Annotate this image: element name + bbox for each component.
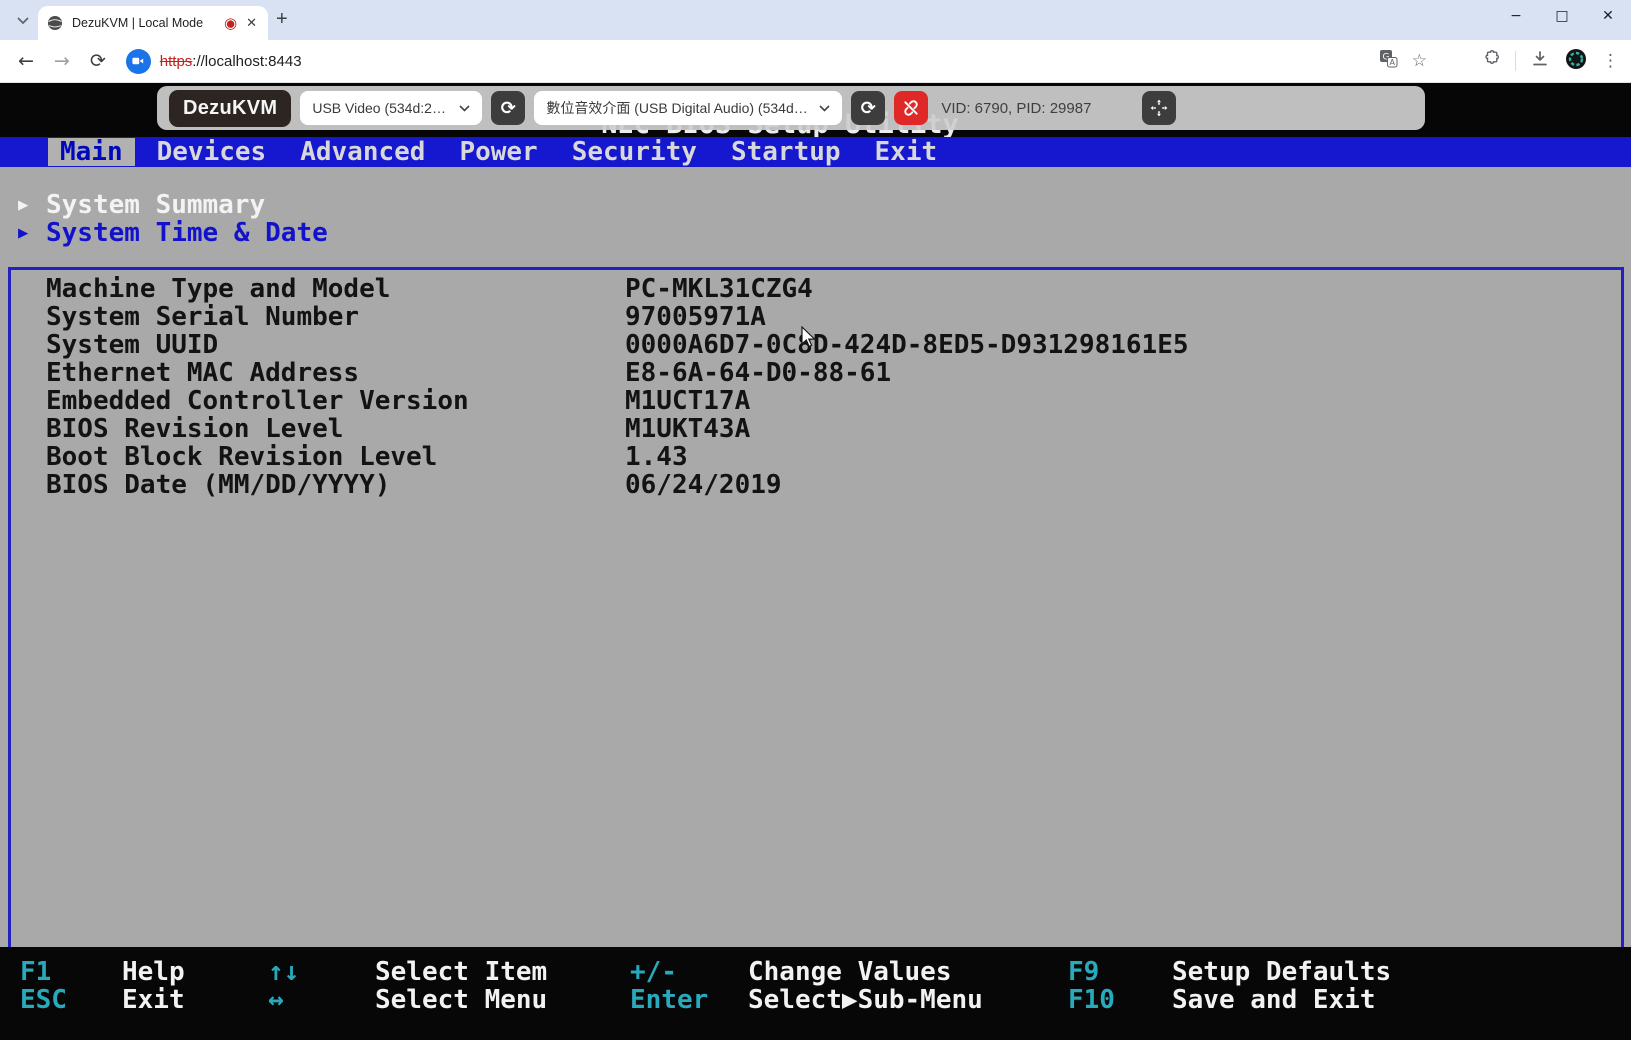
- back-button[interactable]: ←: [14, 46, 38, 76]
- bios-menu-power[interactable]: Power: [447, 138, 549, 166]
- site-favicon-globe-icon: [47, 15, 63, 31]
- expand-arrows-icon: [1149, 98, 1169, 118]
- browser-navbar: ← → ⟳ https://localhost:8443 G A ☆: [0, 40, 1631, 83]
- window-controls: − □ ✕: [1493, 0, 1631, 32]
- navbar-divider: [1515, 51, 1516, 71]
- url-scheme: https: [160, 53, 193, 70]
- downloads-icon[interactable]: [1530, 49, 1550, 74]
- bios-field-row: Boot Block Revision Level1.43: [18, 443, 1611, 471]
- url-text: https://localhost:8443: [160, 53, 302, 70]
- bios-menu-startup[interactable]: Startup: [719, 138, 853, 166]
- audio-device-value: 數位音效介面 (USB Digital Audio) (534d:2109): [546, 98, 809, 118]
- bios-field-row: Ethernet MAC AddressE8-6A-64-D0-88-61: [18, 359, 1611, 387]
- reload-button[interactable]: ⟳: [86, 46, 110, 76]
- kvm-logo: DezuKVM: [169, 90, 291, 127]
- camera-in-use-icon[interactable]: [126, 49, 151, 74]
- device-id-label: VID: 6790, PID: 29987: [941, 100, 1091, 117]
- new-tab-button[interactable]: +: [276, 8, 288, 31]
- submenu-arrow-icon: ▶: [18, 191, 46, 219]
- browser-tab[interactable]: DezuKVM | Local Mode ◉ ✕: [38, 6, 268, 40]
- bookmark-star-icon[interactable]: ☆: [1412, 51, 1427, 71]
- chevron-down-icon: [819, 105, 830, 112]
- bios-link-system-time-date[interactable]: ▶System Time & Date: [18, 219, 1611, 247]
- kvm-toolbar: DezuKVM USB Video (534d:2109) ⟳ 數位音效介面 (…: [157, 86, 1425, 130]
- video-refresh-button[interactable]: ⟳: [491, 91, 525, 125]
- profile-avatar[interactable]: [1564, 47, 1588, 76]
- svg-text:A: A: [1389, 58, 1395, 67]
- helpbar-row: ESCExit ↔Select Menu EnterSelect▶Sub-Men…: [20, 985, 1631, 1013]
- bios-menu-devices[interactable]: Devices: [145, 138, 279, 166]
- bios-field-row: BIOS Date (MM/DD/YYYY)06/24/2019: [18, 471, 1611, 499]
- bios-helpbar: F1Help ↑↓Select Item +/-Change Values F9…: [0, 947, 1631, 1040]
- fullscreen-button[interactable]: [1142, 91, 1176, 125]
- bios-menu-exit[interactable]: Exit: [863, 138, 950, 166]
- forward-button[interactable]: →: [50, 46, 74, 76]
- tab-strip: DezuKVM | Local Mode ◉ ✕ + − □ ✕: [0, 0, 1631, 40]
- tab-close-button[interactable]: ✕: [244, 13, 259, 33]
- kvm-viewer-page: NEC BIOS Setup Utility DezuKVM USB Video…: [0, 83, 1631, 1040]
- broken-link-icon: [901, 98, 921, 118]
- tab-search-chevron-icon[interactable]: [12, 10, 34, 30]
- browser-menu-kebab-icon[interactable]: ⋮: [1602, 51, 1619, 71]
- window-maximize-button[interactable]: □: [1539, 0, 1585, 32]
- helpbar-row: F1Help ↑↓Select Item +/-Change Values F9…: [20, 957, 1631, 985]
- disconnect-button[interactable]: [894, 91, 928, 125]
- url-rest: ://localhost:8443: [192, 53, 301, 70]
- video-device-value: USB Video (534d:2109): [312, 100, 449, 116]
- tab-title: DezuKVM | Local Mode: [72, 16, 218, 30]
- video-device-select[interactable]: USB Video (534d:2109): [300, 91, 482, 125]
- bios-link-system-summary[interactable]: ▶System Summary: [18, 191, 1611, 219]
- chevron-down-icon: [459, 105, 470, 112]
- bios-field-row: Embedded Controller VersionM1UCT17A: [18, 387, 1611, 415]
- navbar-right-icons: G A ☆: [1379, 47, 1631, 76]
- bios-field-row: Machine Type and ModelPC-MKL31CZG4: [18, 275, 1611, 303]
- window-close-button[interactable]: ✕: [1585, 0, 1631, 32]
- window-minimize-button[interactable]: −: [1493, 0, 1539, 32]
- bios-menu-main[interactable]: Main: [48, 138, 135, 166]
- audio-refresh-button[interactable]: ⟳: [851, 91, 885, 125]
- tab-recording-icon: ◉: [224, 14, 237, 32]
- address-bar[interactable]: https://localhost:8443: [126, 49, 302, 74]
- bios-menu-security[interactable]: Security: [560, 138, 709, 166]
- browser-window: DezuKVM | Local Mode ◉ ✕ + − □ ✕ ← → ⟳ h…: [0, 0, 1631, 1040]
- bios-menubar: Main Devices Advanced Power Security Sta…: [0, 137, 1631, 167]
- translate-icon[interactable]: G A: [1379, 49, 1398, 73]
- mouse-cursor: [798, 326, 820, 355]
- extensions-icon[interactable]: [1481, 49, 1501, 74]
- bios-field-row: BIOS Revision LevelM1UKT43A: [18, 415, 1611, 443]
- spacer-row: [18, 247, 1611, 275]
- bios-menu-advanced[interactable]: Advanced: [288, 138, 437, 166]
- submenu-arrow-icon: ▶: [18, 219, 46, 247]
- audio-device-select[interactable]: 數位音效介面 (USB Digital Audio) (534d:2109): [534, 91, 842, 125]
